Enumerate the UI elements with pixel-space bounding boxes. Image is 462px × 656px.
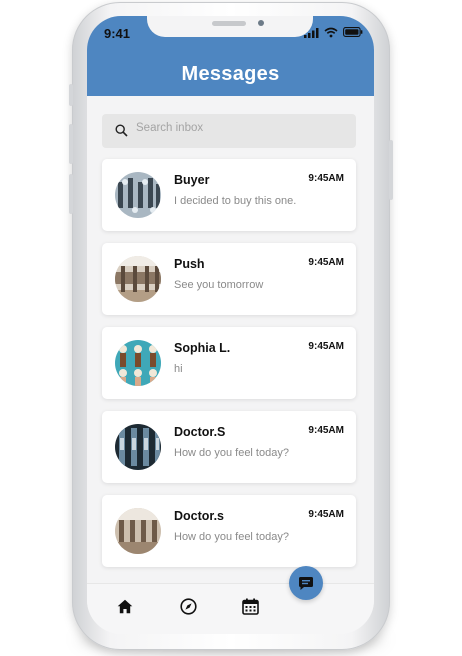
contact-name: Sophia L. [174, 341, 231, 355]
conversation-item-doctor-s-2[interactable]: Doctor.s How do you feel today? 9:45AM [102, 495, 356, 567]
message-preview: hi [174, 363, 183, 375]
volume-down-button [69, 174, 73, 214]
message-preview: How do you feel today? [174, 531, 289, 543]
avatar [115, 172, 161, 218]
power-button [389, 140, 393, 200]
battery-icon [343, 27, 363, 37]
compass-icon [179, 597, 197, 615]
phone-screen: 9:41 Messages Search inbox Buyer I decid… [87, 16, 374, 634]
message-time: 9:45AM [308, 257, 344, 268]
conversation-item-buyer[interactable]: Buyer I decided to buy this one. 9:45AM [102, 159, 356, 231]
search-input[interactable]: Search inbox [102, 114, 356, 148]
page-title: Messages [181, 63, 280, 85]
status-icons [304, 26, 363, 38]
nav-item-home[interactable] [115, 596, 135, 616]
message-preview: I decided to buy this one. [174, 195, 297, 207]
new-message-button[interactable] [289, 566, 323, 600]
avatar [115, 340, 161, 386]
home-icon [117, 599, 133, 613]
chat-bubble-icon [299, 576, 313, 590]
contact-name: Doctor.S [174, 425, 226, 439]
conversation-item-sophia[interactable]: Sophia L. hi 9:45AM [102, 327, 356, 399]
signal-icon [304, 27, 319, 38]
message-time: 9:45AM [308, 173, 344, 184]
contact-name: Doctor.s [174, 509, 225, 523]
message-time: 9:45AM [308, 425, 344, 436]
conversation-item-doctor-s[interactable]: Doctor.S How do you feel today? 9:45AM [102, 411, 356, 483]
status-time: 9:41 [104, 26, 131, 41]
message-preview: See you tomorrow [174, 279, 264, 291]
avatar [115, 256, 161, 302]
volume-up-button [69, 124, 73, 164]
search-placeholder: Search inbox [136, 122, 204, 134]
contact-name: Buyer [174, 173, 210, 187]
avatar [115, 424, 161, 470]
avatar [115, 508, 161, 554]
message-time: 9:45AM [308, 509, 344, 520]
nav-item-calendar[interactable] [240, 596, 260, 616]
contact-name: Push [174, 257, 205, 271]
search-icon [115, 124, 128, 137]
message-preview: How do you feel today? [174, 447, 289, 459]
phone-notch [147, 16, 313, 37]
speaker-grille [212, 21, 246, 26]
wifi-icon [324, 27, 338, 37]
conversation-item-push[interactable]: Push See you tomorrow 9:45AM [102, 243, 356, 315]
mute-switch [69, 84, 73, 106]
front-camera [258, 20, 264, 26]
nav-item-explore[interactable] [178, 596, 198, 616]
message-time: 9:45AM [308, 341, 344, 352]
calendar-icon [241, 598, 259, 615]
